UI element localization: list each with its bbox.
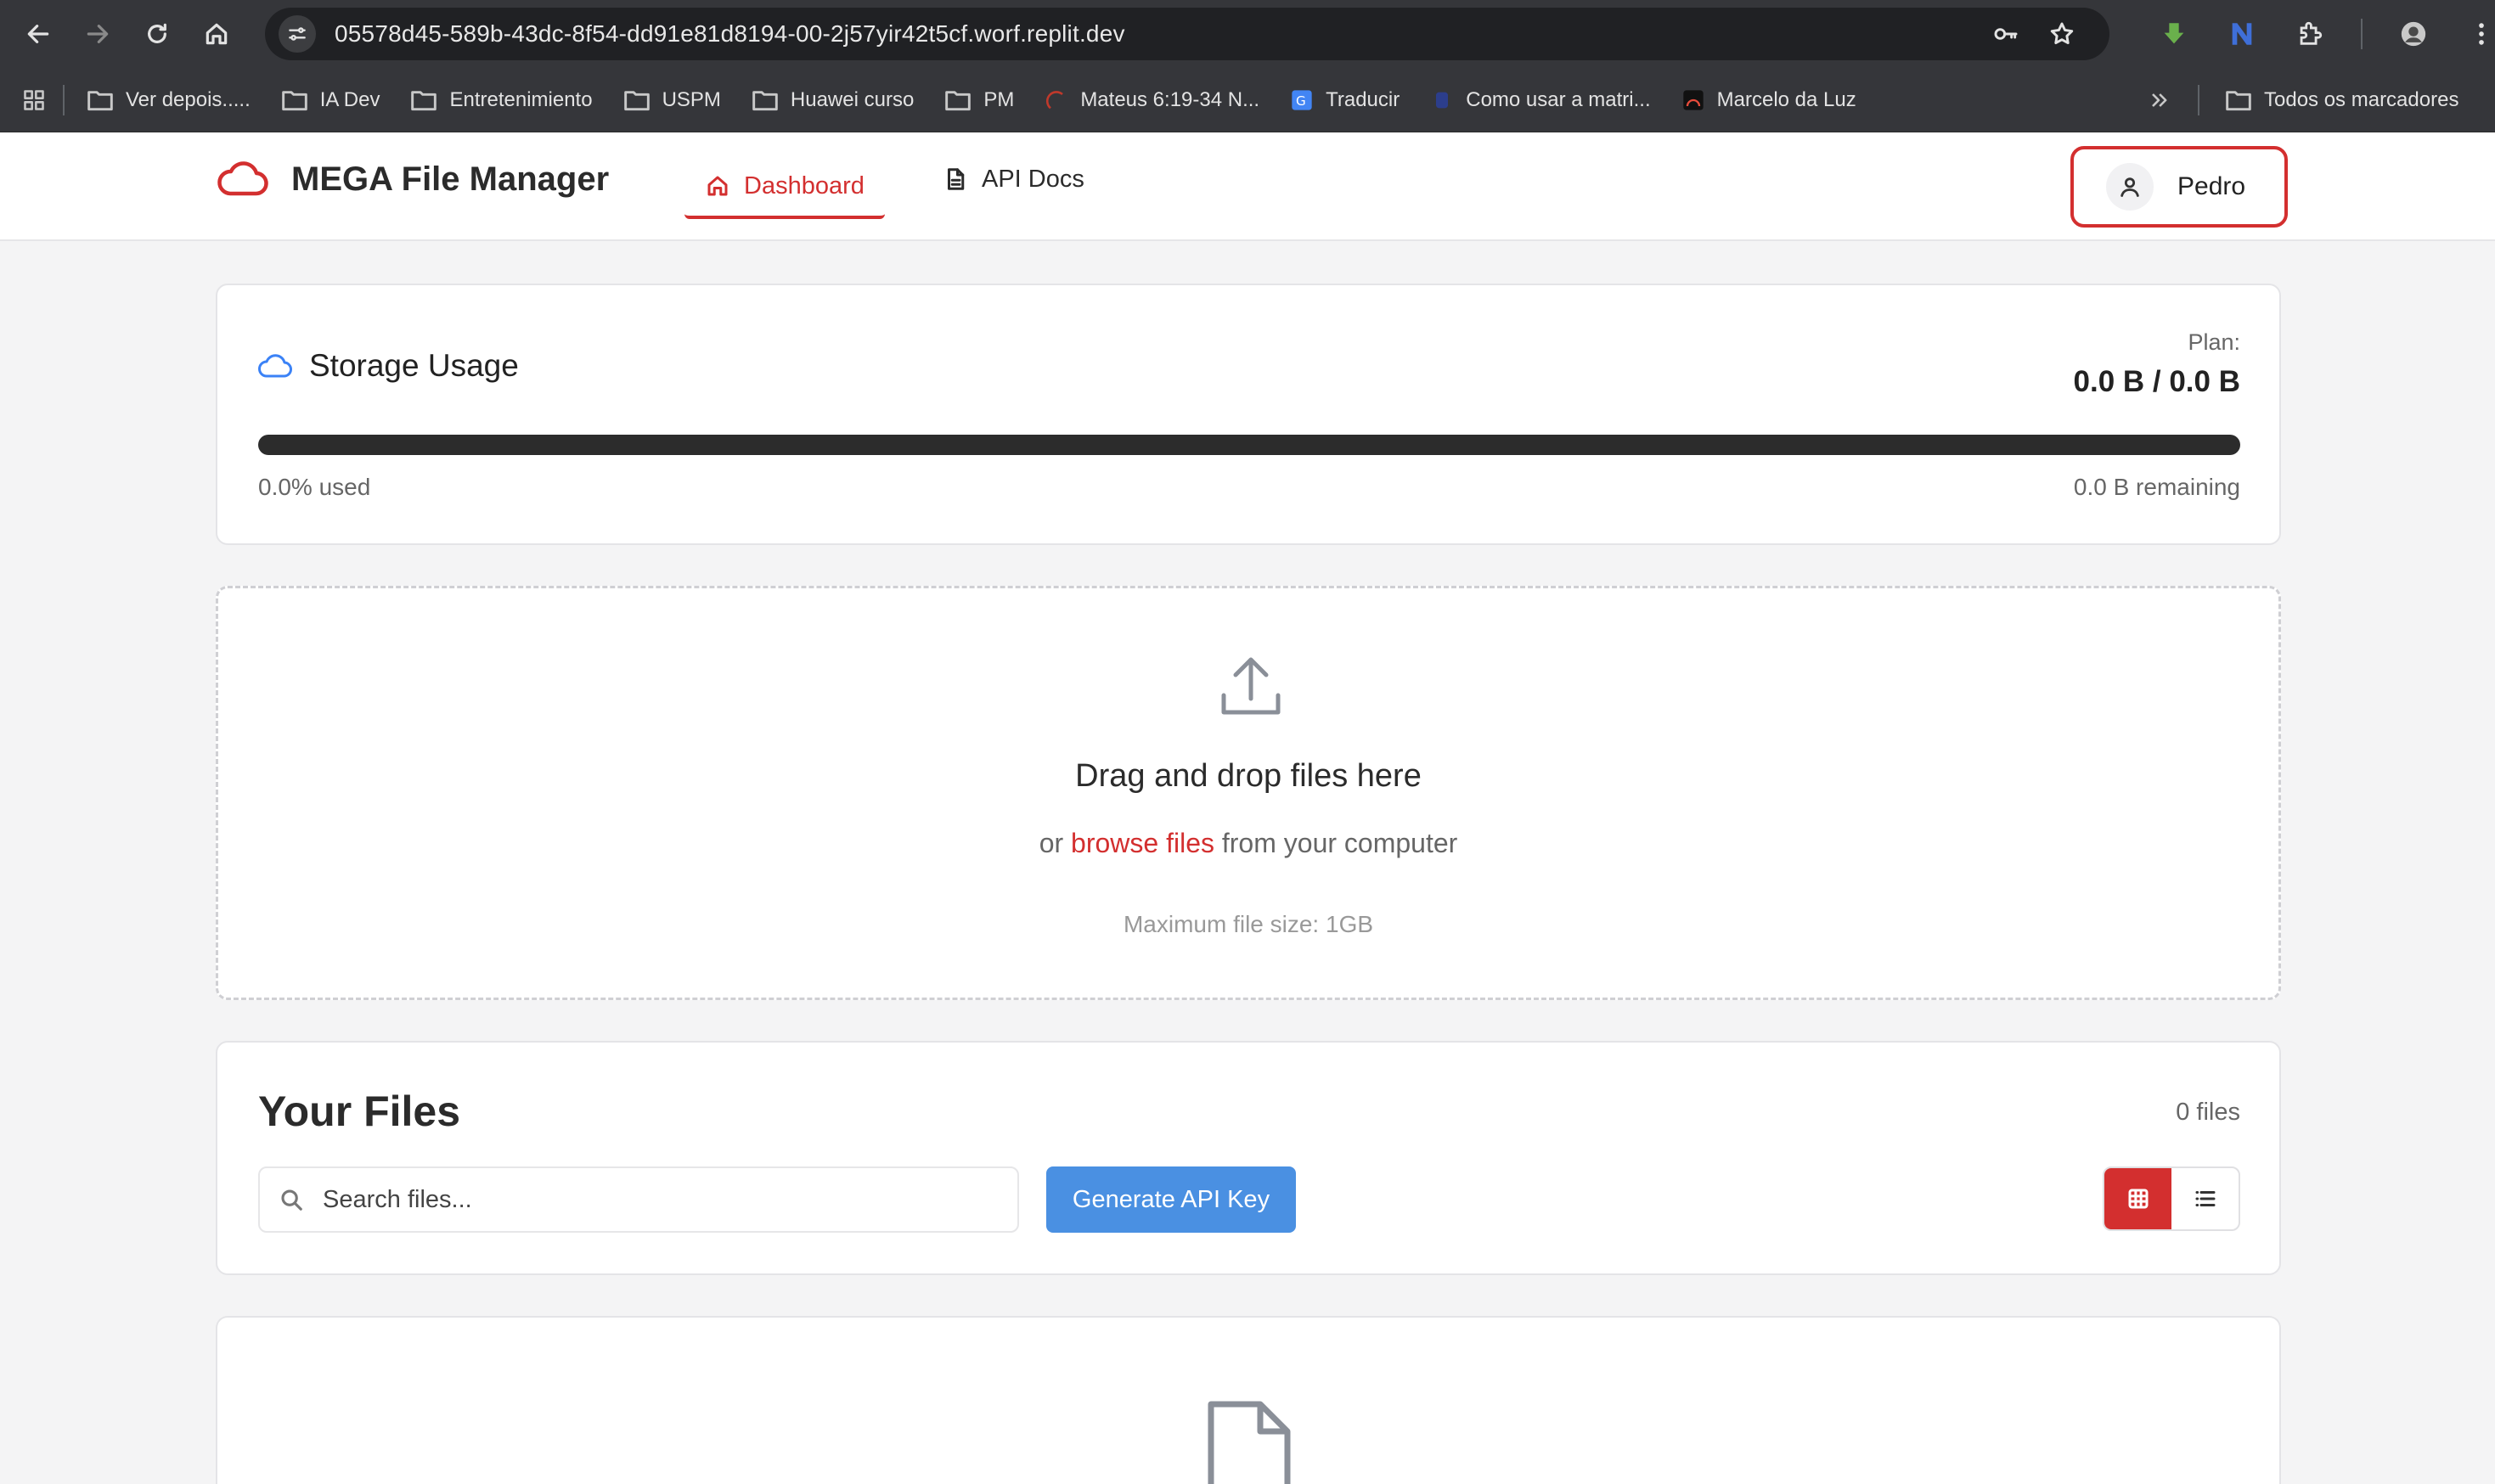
google-translate-icon: G <box>1292 89 1312 110</box>
star-icon[interactable] <box>2048 20 2075 48</box>
avatar <box>2106 163 2154 211</box>
folder-icon <box>281 90 307 110</box>
apps-grid-icon <box>24 89 44 110</box>
bookmark-item[interactable]: Como usar a matri... <box>1430 88 1651 112</box>
tab-api-docs[interactable]: API Docs <box>922 156 1105 202</box>
download-extension-button[interactable] <box>2157 17 2191 51</box>
generate-api-key-button[interactable]: Generate API Key <box>1046 1166 1296 1233</box>
bookmark-item[interactable]: PM <box>944 88 1014 112</box>
more-bookmarks-button[interactable] <box>2145 88 2172 112</box>
bookmark-item[interactable]: G Traducir <box>1290 88 1400 112</box>
search-input[interactable] <box>323 1185 1002 1214</box>
folder-icon <box>945 90 972 110</box>
bookmark-item[interactable]: Marcelo da Luz <box>1681 88 1856 112</box>
bookmarks-bar: Ver depois..... IA Dev Entretenimiento U… <box>0 68 2495 132</box>
address-bar[interactable]: 05578d45-589b-43dc-8f54-dd91e81d8194-00-… <box>265 8 2109 60</box>
plan-value: 0.0 B / 0.0 B <box>2073 365 2240 398</box>
file-dropzone[interactable]: Drag and drop files here or browse files… <box>216 586 2281 1000</box>
reload-icon <box>148 23 166 43</box>
bookmarks-separator <box>2198 84 2199 115</box>
arrow-right-icon <box>87 25 109 43</box>
reload-button[interactable] <box>136 13 178 55</box>
storage-used-text: 0.0% used <box>258 474 371 500</box>
files-empty-state-card <box>216 1316 2281 1484</box>
kebab-menu-icon <box>2479 23 2484 45</box>
storage-progress-bar <box>258 435 2240 455</box>
arrow-left-icon <box>27 25 49 43</box>
folder-icon <box>87 90 113 110</box>
storage-remaining-text: 0.0 B remaining <box>2073 474 2240 500</box>
bookmark-item[interactable]: IA Dev <box>281 88 380 112</box>
tab-dashboard[interactable]: Dashboard <box>684 156 885 219</box>
back-button[interactable] <box>17 13 59 55</box>
forward-button[interactable] <box>76 13 119 55</box>
view-mode-toggle <box>2103 1166 2240 1231</box>
folder-icon <box>623 90 650 110</box>
profile-avatar-icon <box>2401 21 2426 47</box>
profile-avatar-button[interactable] <box>2396 17 2430 51</box>
browse-files-link[interactable]: browse files <box>1071 828 1214 858</box>
toolbar-separator <box>2361 19 2363 49</box>
dropzone-title: Drag and drop files here <box>1075 758 1422 794</box>
app-header: MEGA File Manager Dashboard API Docs Ped… <box>0 132 2495 241</box>
bookmark-item[interactable]: Huawei curso <box>752 88 914 112</box>
site-settings-button[interactable] <box>279 15 316 53</box>
bookmarks-separator <box>63 84 65 115</box>
extensions-button[interactable] <box>2293 17 2327 51</box>
all-bookmarks-button[interactable]: Todos os marcadores <box>2225 88 2458 112</box>
url-text[interactable]: 05578d45-589b-43dc-8f54-dd91e81d8194-00-… <box>335 20 1125 48</box>
bookmark-item[interactable]: Mateus 6:19-34 N... <box>1045 88 1259 112</box>
dropzone-subtitle: or browse files from your computer <box>1039 828 1458 858</box>
grid-view-button[interactable] <box>2104 1168 2171 1229</box>
file-icon <box>1202 1399 1296 1484</box>
puzzle-icon <box>2300 21 2323 45</box>
list-view-button[interactable] <box>2171 1168 2239 1229</box>
home-icon <box>707 176 728 196</box>
folder-icon <box>2226 90 2251 110</box>
svg-text:G: G <box>1296 93 1306 108</box>
files-heading: Your Files <box>258 1088 461 1135</box>
search-icon <box>281 1189 302 1211</box>
search-box[interactable] <box>258 1166 1019 1233</box>
your-files-card: Your Files 0 files Generate API Key <box>216 1041 2281 1275</box>
storage-title: Storage Usage <box>258 348 519 384</box>
bookmark-item[interactable]: Ver depois..... <box>87 88 251 112</box>
home-button[interactable] <box>195 13 238 55</box>
plan-label: Plan: <box>2188 329 2240 355</box>
browser-toolbar: 05578d45-589b-43dc-8f54-dd91e81d8194-00-… <box>0 0 2495 68</box>
max-file-size-note: Maximum file size: 1GB <box>1123 911 1374 937</box>
n-logo-icon <box>2232 23 2252 45</box>
site-favicon-icon <box>1046 90 1064 109</box>
document-icon <box>948 168 965 190</box>
site-favicon-icon <box>1436 92 1449 108</box>
user-menu-button[interactable]: Pedro <box>2070 146 2288 228</box>
cloud-logo-icon <box>217 161 268 196</box>
apps-button[interactable] <box>20 88 48 112</box>
folder-icon <box>752 90 778 110</box>
user-name: Pedro <box>2177 172 2246 200</box>
files-count: 0 files <box>2176 1099 2240 1126</box>
home-icon <box>206 23 228 45</box>
grid-icon <box>2128 1189 2148 1209</box>
key-icon[interactable] <box>1992 20 2019 48</box>
user-icon <box>2120 177 2139 197</box>
site-favicon-icon <box>1682 89 1704 110</box>
n-extension-button[interactable] <box>2225 17 2259 51</box>
bookmark-item[interactable]: USPM <box>623 88 721 112</box>
download-arrow-icon <box>2164 23 2184 44</box>
bookmark-item[interactable]: Entretenimiento <box>410 88 593 112</box>
folder-icon <box>411 90 437 110</box>
upload-icon <box>1212 648 1290 726</box>
double-chevron-right-icon <box>2152 93 2167 107</box>
tune-icon <box>289 27 306 41</box>
app-name: MEGA File Manager <box>291 160 610 198</box>
storage-usage-card: Storage Usage Plan: 0.0 B / 0.0 B 0.0% u… <box>216 284 2281 545</box>
app-brand[interactable]: MEGA File Manager <box>217 158 609 200</box>
browser-menu-button[interactable] <box>2464 17 2495 51</box>
list-icon <box>2195 1191 2215 1206</box>
cloud-icon <box>258 354 292 378</box>
